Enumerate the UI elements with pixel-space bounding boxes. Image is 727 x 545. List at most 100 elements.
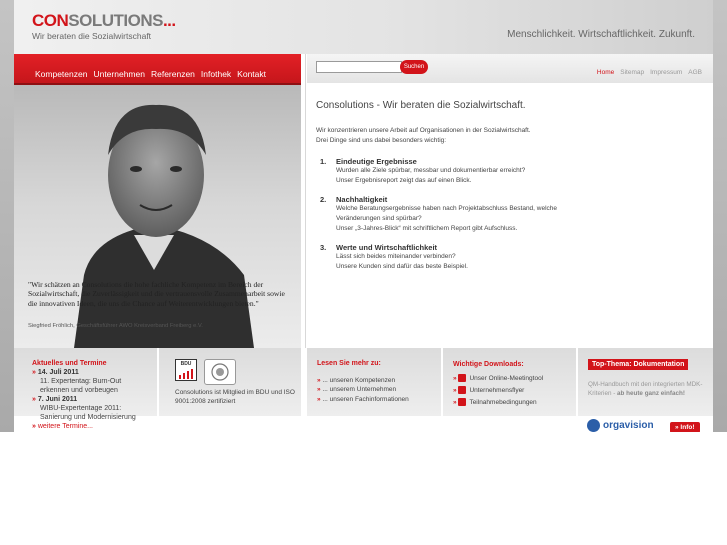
metanav-agb[interactable]: AGB (688, 69, 702, 76)
nav-item-kontakt[interactable]: Kontakt (237, 69, 266, 79)
list-number: 2. (320, 195, 327, 204)
termin-item[interactable]: » 14. Juli 2011 (32, 368, 156, 377)
download-label: Teilnahmebedingungen (469, 399, 537, 406)
more-termine-label: weitere Termine... (37, 423, 93, 430)
testimonial-quote: "Wir schätzen an Consolutions die hohe f… (28, 280, 285, 308)
portrait-image (74, 104, 254, 348)
download-link-flyer[interactable]: » Unternehmensflyer (453, 385, 543, 397)
download-icon (458, 386, 467, 395)
logo-tagline: Wir beraten die Sozialwirtschaft (32, 31, 152, 41)
membership-box: BDU Consolutions ist Mitglied im BDU und… (159, 348, 301, 416)
main-content: Consolutions - Wir beraten die Sozialwir… (316, 100, 706, 281)
termin-date: 14. Juli 2011 (37, 369, 79, 376)
list-item-text: Unser Ergebnisreport zeigt das auf einen… (336, 177, 472, 184)
read-more-link-unternehmen[interactable]: » ... unserem Unternehmen (317, 385, 409, 395)
download-icon (458, 374, 467, 383)
read-more-box: Lesen Sie mehr zu: » ... unseren Kompete… (307, 348, 441, 416)
arrow-icon: » (317, 395, 321, 403)
intro-line-1: Wir konzentrieren unsere Arbeit auf Orga… (316, 127, 531, 134)
list-item-text: Wurden alle Ziele spürbar, messbar und d… (336, 167, 526, 174)
bdu-logo-text: BDU (180, 361, 192, 367)
list-item: 3. Werte und Wirtschaftlichkeit Lässt si… (316, 243, 706, 272)
header-slogan: Menschlichkeit. Wirtschaftlichkeit. Zuku… (507, 29, 695, 40)
download-label: Unser Online-Meetingtool (469, 375, 544, 382)
download-link-meetingtool[interactable]: » Unser Online-Meetingtool (453, 373, 543, 385)
read-more-label: ... unserem Unternehmen (322, 386, 397, 393)
top-topic-box: Top-Thema: Dokumentation QM-Handbuch mit… (578, 348, 713, 432)
top-bar: Suchen Home Sitemap Impressum AGB (307, 54, 713, 83)
arrow-icon: » (453, 387, 457, 394)
list-item-text: Lässt sich beides miteinander verbinden? (336, 253, 456, 260)
meta-nav: Home Sitemap Impressum AGB (597, 69, 702, 76)
priorities-list: 1. Eindeutige Ergebnisse Wurden alle Zie… (316, 157, 706, 272)
download-link-teilnahme[interactable]: » Teilnahmebedingungen (453, 397, 543, 409)
logo[interactable]: CONSOLUTIONS... Wir beraten die Sozialwi… (32, 11, 176, 41)
list-number: 1. (320, 157, 327, 166)
metanav-home[interactable]: Home (597, 69, 614, 76)
read-more-link-kompetenzen[interactable]: » ... unseren Kompetenzen (317, 376, 409, 386)
nav-item-referenzen[interactable]: Referenzen (151, 69, 195, 79)
arrow-icon: » (317, 386, 321, 393)
list-item-title: Eindeutige Ergebnisse (336, 157, 417, 166)
orgavision-icon (587, 419, 600, 432)
termine-title: Aktuelles und Termine (32, 360, 107, 367)
download-label: Unternehmensflyer (469, 387, 525, 394)
termin-text: 11. Expertentag: Burn-Out (40, 378, 122, 385)
footer: Aktuelles und Termine » 14. Juli 2011 11… (14, 348, 713, 432)
nav-item-kompetenzen[interactable]: Kompetenzen (35, 69, 87, 79)
iso-seal-icon (211, 363, 229, 381)
testimonial-photo: "Wir schätzen an Consolutions die hohe f… (14, 85, 301, 348)
top-topic-text: QM-Handbuch mit den integrierten MDK-Kri… (588, 380, 710, 398)
nav-item-infothek[interactable]: Infothek (201, 69, 231, 79)
bdu-bars-icon (179, 369, 193, 379)
termin-text: WIBU-Expertentage 2011: (40, 405, 122, 412)
downloads-box: Wichtige Downloads: » Unser Online-Meeti… (443, 348, 576, 416)
read-more-label: ... unseren Fachinformationen (322, 395, 409, 403)
page-container: CONSOLUTIONS... Wir beraten die Sozialwi… (14, 0, 713, 432)
read-more-title: Lesen Sie mehr zu: (317, 360, 381, 367)
read-more-label: ... unseren Kompetenzen (322, 376, 396, 384)
termin-item[interactable]: » 7. Juni 2011 (32, 395, 156, 404)
page-title: Consolutions - Wir beraten die Sozialwir… (316, 100, 526, 111)
termine-box: Aktuelles und Termine » 14. Juli 2011 11… (14, 348, 157, 430)
top-topic-text-bold: ab heute ganz einfach! (617, 390, 685, 397)
arrow-icon: » (32, 423, 36, 430)
metanav-impressum[interactable]: Impressum (650, 69, 682, 76)
arrow-icon: » (453, 375, 457, 382)
read-more-link-fachinformationen[interactable]: » ... unseren Fachinformationen (317, 395, 409, 405)
search-input[interactable] (316, 61, 402, 73)
arrow-icon: » (453, 399, 457, 406)
membership-text: Consolutions ist Mitglied im BDU und ISO… (175, 389, 295, 405)
metanav-sitemap[interactable]: Sitemap (620, 69, 644, 76)
arrow-icon: » (32, 369, 36, 376)
list-item: 2. Nachhaltigkeit Welche Beratungsergebn… (316, 195, 706, 234)
more-termine-link[interactable]: » weitere Termine... (32, 422, 156, 431)
list-item-text: Unsere Kunden sind dafür das beste Beisp… (336, 263, 468, 270)
bdu-logo[interactable]: BDU (175, 359, 197, 381)
orgavision-logo[interactable]: orgavision (587, 419, 654, 432)
termin-text: erkennen und vorbeugen (40, 387, 118, 394)
termin-text: Sanierung und Modernisierung (40, 414, 136, 421)
arrow-icon: » (32, 396, 36, 403)
list-item: 1. Eindeutige Ergebnisse Wurden alle Zie… (316, 157, 706, 186)
downloads-title: Wichtige Downloads: (453, 361, 524, 368)
intro-text: Wir konzentrieren unsere Arbeit auf Orga… (316, 126, 706, 146)
list-number: 3. (320, 243, 327, 252)
logo-brand-rest: SOLUTIONS (68, 11, 163, 30)
info-button[interactable]: » Info! (670, 422, 700, 432)
top-topic-badge: Top-Thema: Dokumentation (588, 359, 689, 370)
iso-certificate-icon[interactable] (204, 359, 236, 385)
orgavision-name: orgavision (603, 420, 654, 431)
testimonial-author: Siegfried Fröhlich, Geschäftsführer AWO … (28, 323, 203, 329)
search-button[interactable]: Suchen (400, 60, 428, 74)
list-item-text: Veränderungen sind spürbar? (336, 215, 422, 222)
header: CONSOLUTIONS... Wir beraten die Sozialwi… (14, 0, 713, 54)
list-item-title: Werte und Wirtschaftlichkeit (336, 243, 438, 252)
intro-line-2: Drei Dinge sind uns dabei besonders wich… (316, 137, 447, 144)
arrow-icon: » (317, 376, 321, 384)
termin-date: 7. Juni 2011 (37, 396, 78, 403)
nav-item-unternehmen[interactable]: Unternehmen (93, 69, 145, 79)
logo-brand-strong: CON (32, 11, 69, 30)
logo-brand-dots: ... (162, 11, 176, 30)
list-item-title: Nachhaltigkeit (336, 195, 388, 204)
